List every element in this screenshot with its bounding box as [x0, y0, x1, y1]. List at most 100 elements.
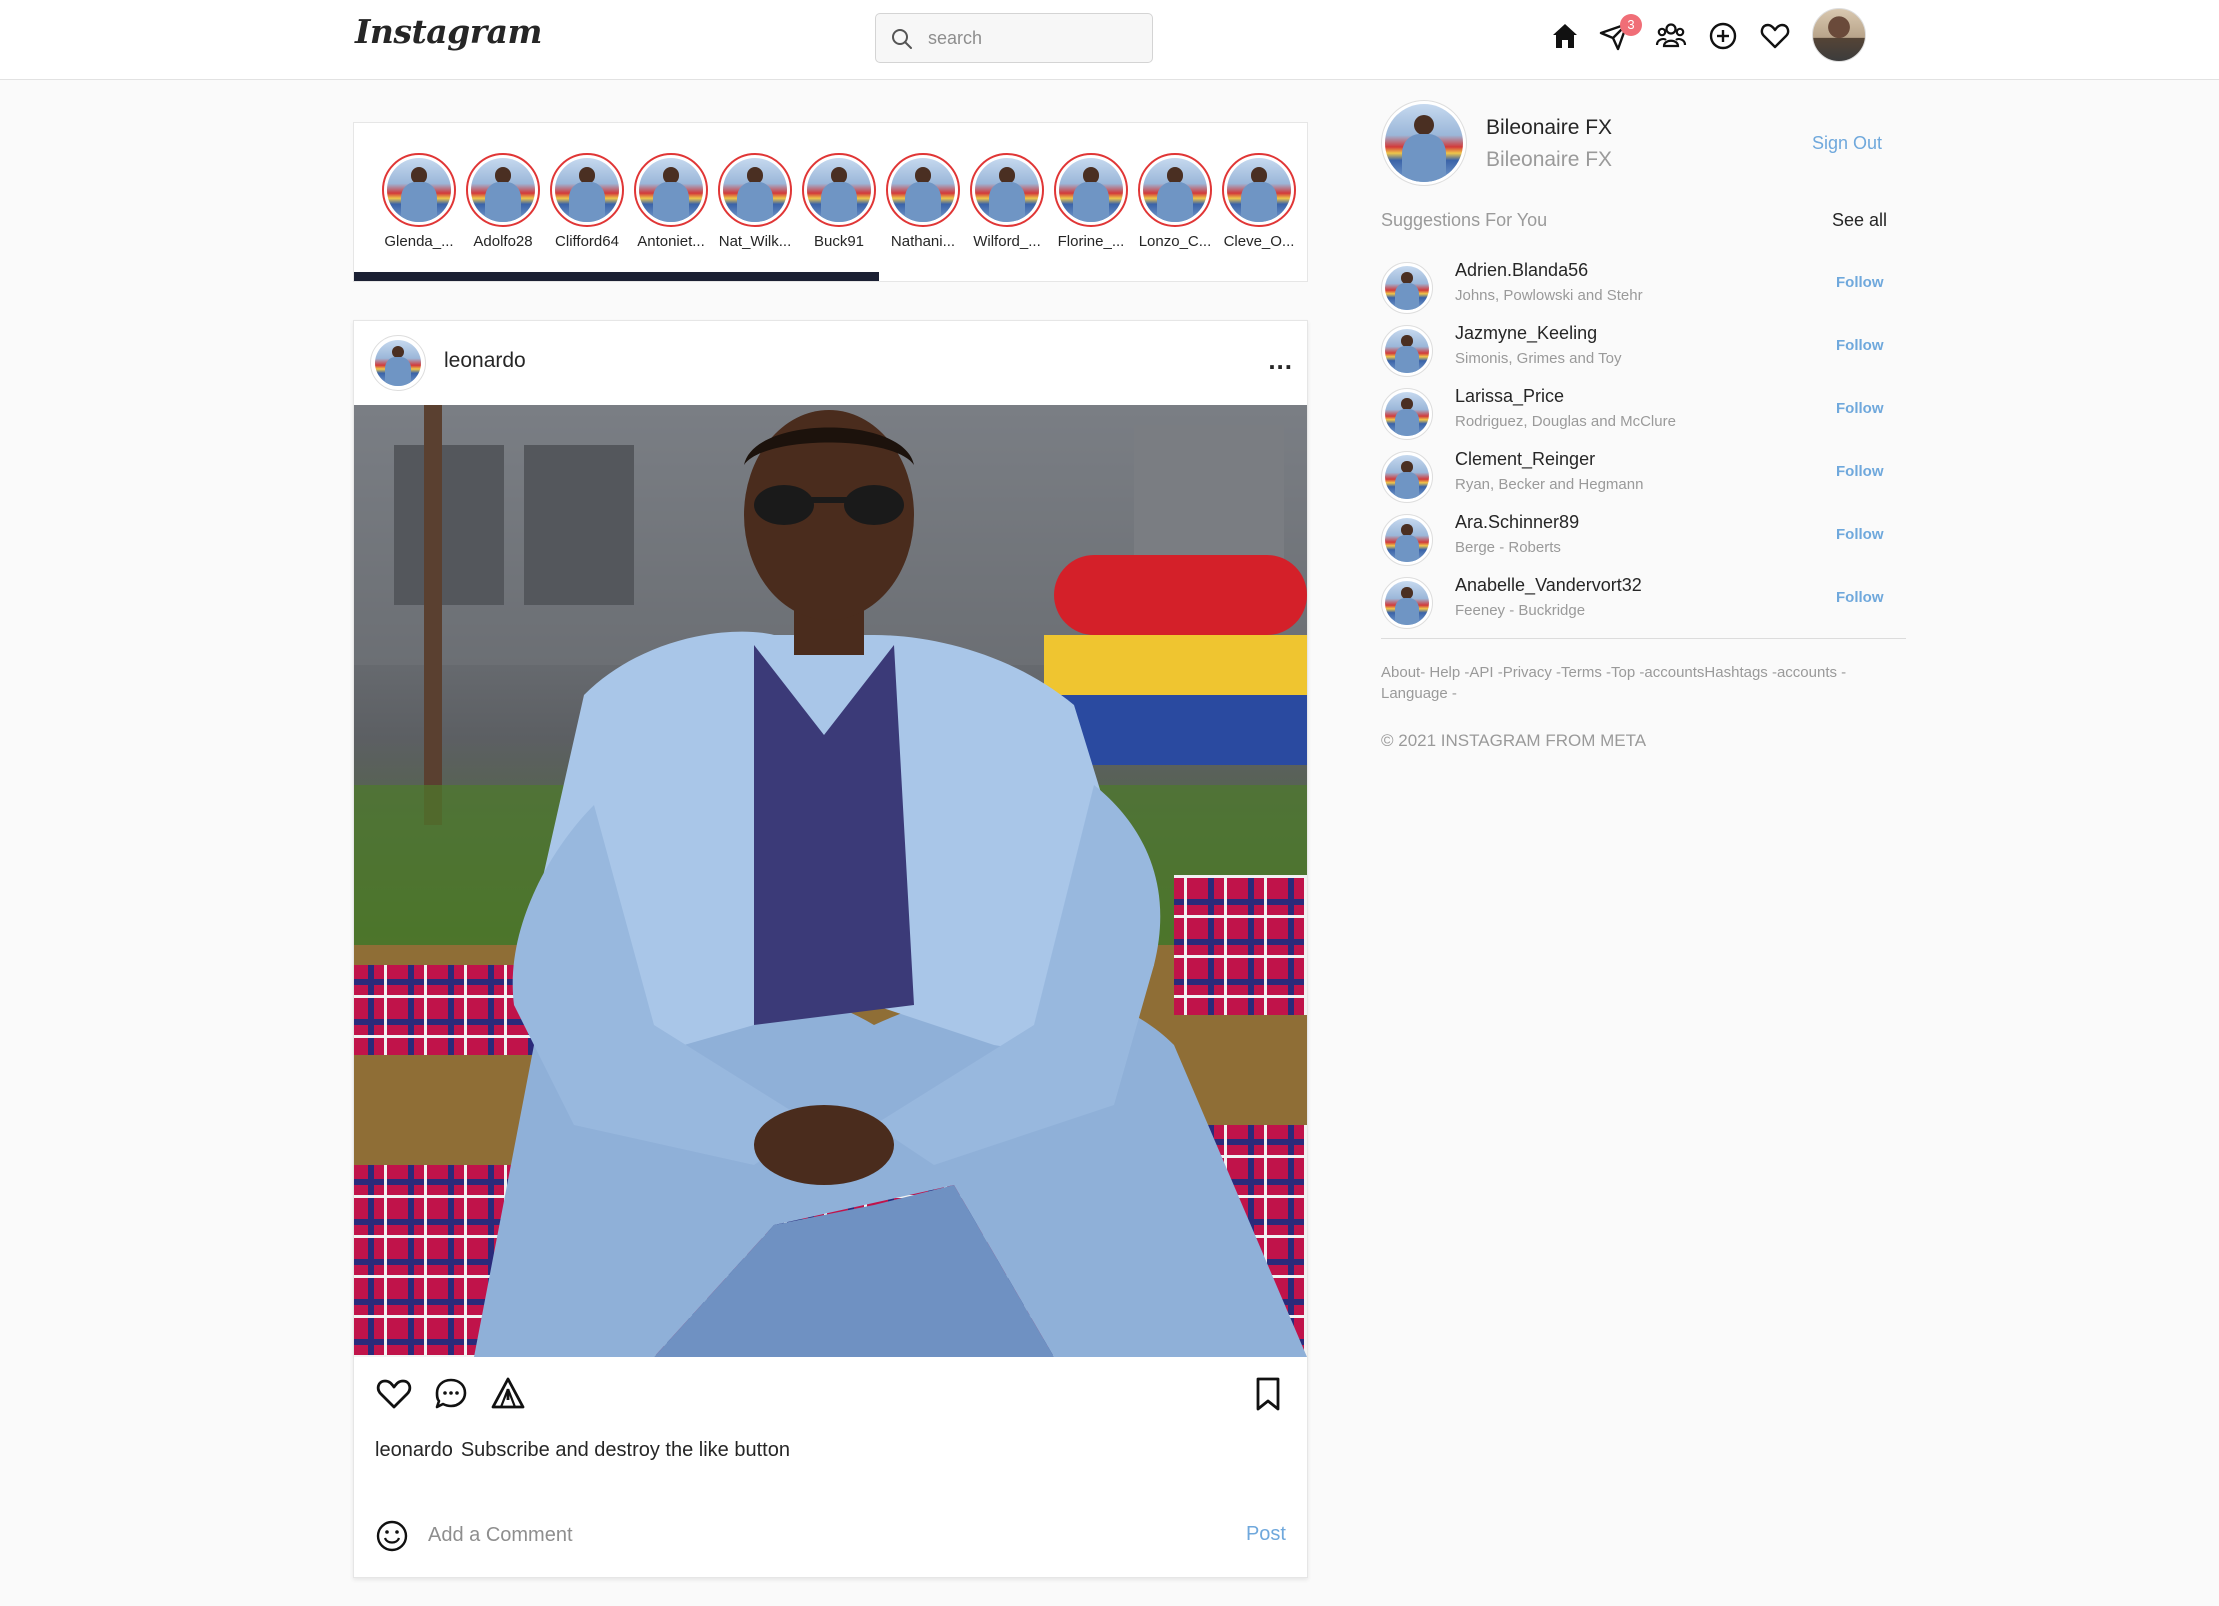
suggestion-item: Jazmyne_Keeling Simonis, Grimes and Toy … — [1381, 323, 1886, 383]
story-item[interactable]: Buck91 — [799, 153, 879, 250]
story-item[interactable]: Antoniet... — [631, 153, 711, 250]
suggestion-avatar[interactable] — [1381, 577, 1433, 629]
story-ring — [886, 153, 960, 227]
stories-bar: Glenda_... Adolfo28 Clifford64 Antoniet.… — [353, 122, 1308, 282]
see-all-link[interactable]: See all — [1832, 210, 1887, 231]
search-input[interactable] — [928, 24, 1138, 52]
follow-button[interactable]: Follow — [1836, 463, 1884, 480]
comment-input[interactable] — [428, 1519, 1128, 1551]
current-user-avatar-image — [1385, 104, 1463, 182]
post-photo[interactable] — [354, 405, 1307, 1357]
story-item[interactable]: Wilford_... — [967, 153, 1047, 250]
suggestion-avatar[interactable] — [1381, 514, 1433, 566]
suggestion-username[interactable]: Adrien.Blanda56 — [1455, 260, 1588, 281]
suggestion-subtitle: Rodriguez, Douglas and McClure — [1455, 413, 1676, 430]
people-icon[interactable] — [1655, 20, 1687, 52]
story-avatar — [1059, 158, 1123, 222]
suggestion-avatar[interactable] — [1381, 325, 1433, 377]
story-name: Wilford_... — [973, 233, 1041, 250]
report-warning-icon[interactable] — [488, 1374, 528, 1414]
post-author-name[interactable]: leonardo — [444, 349, 526, 373]
search-box[interactable] — [875, 13, 1153, 63]
story-item[interactable]: Florine_... — [1051, 153, 1131, 250]
suggestion-avatar[interactable] — [1381, 451, 1433, 503]
story-item[interactable]: Nat_Wilk... — [715, 153, 795, 250]
suggestion-username[interactable]: Clement_Reinger — [1455, 449, 1595, 470]
suggestion-subtitle: Berge - Roberts — [1455, 539, 1561, 556]
post-comment-button[interactable]: Post — [1246, 1523, 1286, 1546]
bookmark-icon[interactable] — [1248, 1374, 1288, 1414]
follow-button[interactable]: Follow — [1836, 589, 1884, 606]
copyright-text: © 2021 INSTAGRAM FROM META — [1381, 731, 1647, 750]
story-avatar — [1227, 158, 1291, 222]
follow-button[interactable]: Follow — [1836, 337, 1884, 354]
add-post-icon[interactable] — [1707, 20, 1739, 52]
search-icon — [892, 29, 912, 49]
story-item[interactable]: Adolfo28 — [463, 153, 543, 250]
current-user-avatar[interactable] — [1381, 100, 1467, 186]
suggestion-username[interactable]: Anabelle_Vandervort32 — [1455, 575, 1642, 596]
story-avatar — [975, 158, 1039, 222]
suggestion-item: Anabelle_Vandervort32 Feeney - Buckridge… — [1381, 575, 1886, 635]
suggestion-avatar-image — [1385, 392, 1429, 436]
post-photo-illustration — [354, 405, 1307, 1357]
story-name: Cleve_O... — [1223, 233, 1295, 250]
suggestion-subtitle: Johns, Powlowski and Stehr — [1455, 287, 1643, 304]
story-name: Adolfo28 — [473, 233, 533, 250]
suggestion-avatar-image — [1385, 518, 1429, 562]
caption-text: Subscribe and destroy the like button — [460, 1439, 790, 1461]
story-avatar — [1143, 158, 1207, 222]
heart-icon[interactable] — [1759, 20, 1791, 52]
story-item[interactable]: Clifford64 — [547, 153, 627, 250]
story-name: Antoniet... — [637, 233, 705, 250]
like-heart-icon[interactable] — [374, 1374, 414, 1414]
caption-username[interactable]: leonardo — [375, 1439, 453, 1461]
comment-bubble-icon[interactable] — [431, 1374, 471, 1414]
story-ring — [466, 153, 540, 227]
story-ring — [1054, 153, 1128, 227]
suggestion-username[interactable]: Jazmyne_Keeling — [1455, 323, 1597, 344]
footer-links[interactable]: About- Help -API -Privacy -Terms -Top -a… — [1381, 662, 1881, 704]
suggestion-subtitle: Simonis, Grimes and Toy — [1455, 350, 1622, 367]
suggestion-avatar[interactable] — [1381, 262, 1433, 314]
follow-button[interactable]: Follow — [1836, 526, 1884, 543]
suggestion-avatar[interactable] — [1381, 388, 1433, 440]
suggestions-title: Suggestions For You — [1381, 210, 1548, 230]
instagram-logo[interactable]: Instagram — [355, 12, 542, 51]
stories-scrollbar[interactable] — [354, 272, 879, 281]
suggestion-username[interactable]: Ara.Schinner89 — [1455, 512, 1579, 533]
suggestion-username[interactable]: Larissa_Price — [1455, 386, 1564, 407]
story-item[interactable]: Lonzo_C... — [1135, 153, 1215, 250]
story-ring — [1138, 153, 1212, 227]
profile-avatar[interactable] — [1812, 8, 1866, 62]
sidebar-divider — [1381, 638, 1906, 639]
story-item[interactable]: Nathani... — [883, 153, 963, 250]
story-avatar — [639, 158, 703, 222]
post-options-button[interactable]: ... — [1268, 345, 1293, 376]
story-avatar — [387, 158, 451, 222]
story-avatar — [807, 158, 871, 222]
suggestion-avatar-image — [1385, 329, 1429, 373]
suggestion-subtitle: Feeney - Buckridge — [1455, 602, 1586, 619]
sign-out-link[interactable]: Sign Out — [1812, 133, 1882, 154]
suggestion-item: Larissa_Price Rodriguez, Douglas and McC… — [1381, 386, 1886, 446]
current-user-name[interactable]: Bileonaire FX — [1486, 116, 1612, 140]
suggestion-subtitle: Ryan, Becker and Hegmann — [1455, 476, 1644, 493]
story-avatar — [555, 158, 619, 222]
story-item[interactable]: Cleve_O... — [1219, 153, 1299, 250]
story-ring — [634, 153, 708, 227]
suggestion-item: Clement_Reinger Ryan, Becker and Hegmann… — [1381, 449, 1886, 509]
post-author-avatar[interactable] — [370, 335, 426, 391]
follow-button[interactable]: Follow — [1836, 400, 1884, 417]
follow-button[interactable]: Follow — [1836, 274, 1884, 291]
story-item[interactable]: Glenda_... — [379, 153, 459, 250]
post-caption: leonardo Subscribe and destroy the like b… — [375, 1439, 790, 1462]
story-name: Glenda_... — [384, 233, 454, 250]
story-name: Lonzo_C... — [1138, 233, 1212, 250]
post-actions-bar — [354, 1374, 1307, 1424]
home-icon[interactable] — [1549, 20, 1581, 52]
top-nav-bar: Instagram 3 — [0, 0, 2219, 80]
emoji-smile-icon[interactable] — [375, 1519, 409, 1553]
story-ring — [970, 153, 1044, 227]
story-avatar — [723, 158, 787, 222]
